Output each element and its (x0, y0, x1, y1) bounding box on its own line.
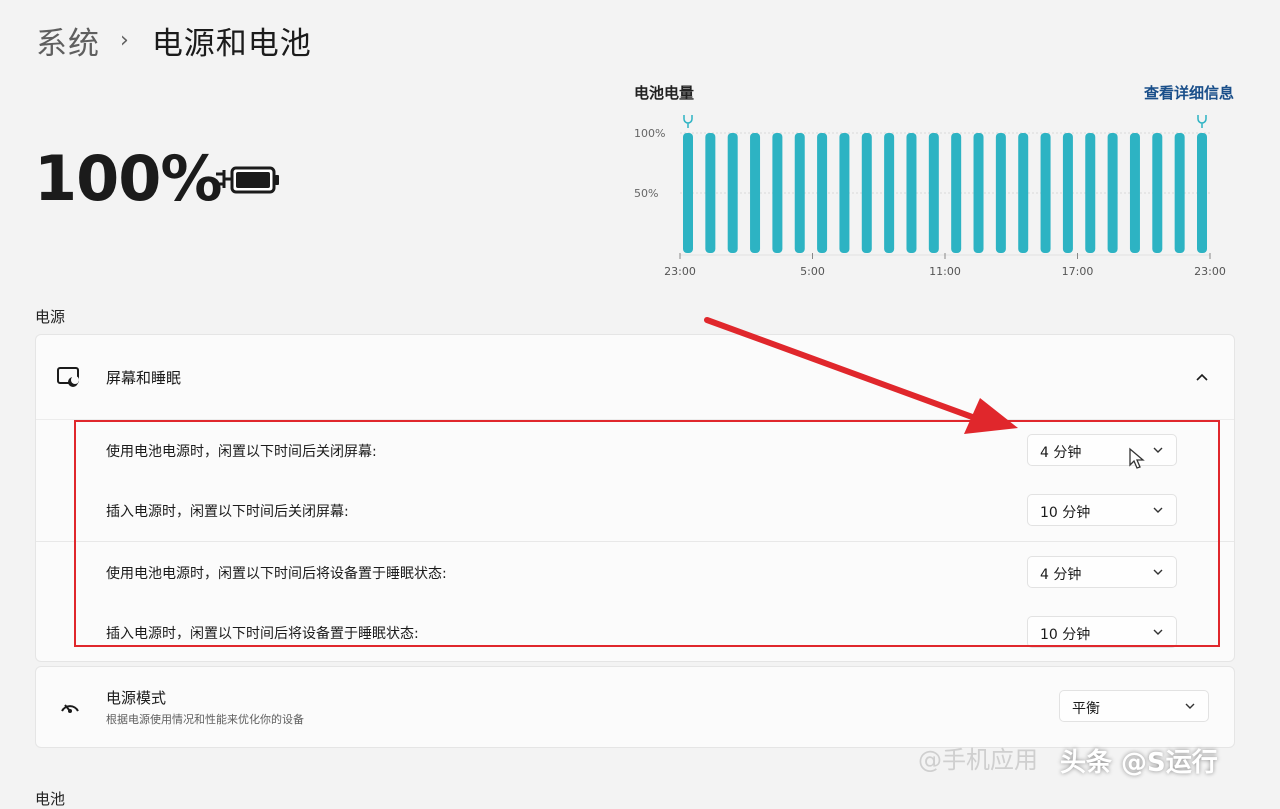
chart-bar (750, 133, 761, 253)
chart-bar (772, 133, 783, 253)
plug-marker-icon (1197, 115, 1207, 128)
page-title: 电源和电池 (151, 26, 312, 62)
chart-bar (1129, 133, 1140, 253)
x-tick-label: 11:00 (929, 265, 961, 278)
chart-bar (995, 133, 1006, 253)
watermark: 头条 @S运行 (1060, 748, 1218, 778)
chart-bar (705, 133, 716, 253)
chart-bar (1152, 133, 1163, 253)
chart-bar (951, 133, 962, 253)
watermark-faint: @手机应用 (918, 746, 1038, 774)
power-mode-card: 电源模式 根据电源使用情况和性能来优化你的设备 平衡 (35, 666, 1235, 748)
battery-percentage: 100% (34, 142, 223, 215)
breadcrumb-separator: › (120, 28, 130, 53)
breadcrumb: 系统 › 电源和电池 (36, 18, 312, 63)
chart-bar (928, 133, 939, 253)
chart-bar (817, 133, 828, 253)
dropdown-value: 平衡 (1072, 701, 1100, 717)
y-tick-label: 100% (634, 127, 665, 140)
chart-bar (906, 133, 917, 253)
highlight-annotation-box (74, 420, 1220, 647)
chart-bar (794, 133, 805, 253)
chart-bar (1174, 133, 1185, 253)
power-mode-description: 根据电源使用情况和性能来优化你的设备 (106, 713, 304, 726)
chart-bar (1107, 133, 1118, 253)
chart-bar (1197, 133, 1207, 253)
power-mode-gauge-icon (61, 704, 79, 713)
chart-bar (1018, 133, 1029, 253)
chart-bar (973, 133, 984, 253)
x-tick-label: 23:00 (1194, 265, 1226, 278)
mouse-cursor-icon (1129, 447, 1145, 469)
y-tick-label: 50% (634, 187, 658, 200)
chart-bar (884, 133, 895, 253)
breadcrumb-system[interactable]: 系统 (36, 18, 100, 63)
plug-marker-icon (683, 115, 693, 128)
x-tick-label: 23:00 (664, 265, 696, 278)
chart-bar (1040, 133, 1051, 253)
x-tick-label: 5:00 (800, 265, 825, 278)
screen-sleep-title: 屏幕和睡眠 (106, 369, 182, 387)
battery-chart-plot: 100% 50% 23:00 5:00 11:00 17:00 23:00 (634, 115, 1226, 278)
chart-bar (861, 133, 872, 253)
chart-bar (683, 133, 693, 253)
battery-section-label: 电池 (35, 790, 66, 808)
chevron-down-icon (1185, 703, 1195, 709)
battery-charging-icon (216, 166, 279, 194)
chart-bar (839, 133, 850, 253)
chart-bar (727, 133, 738, 253)
chart-bar (1062, 133, 1073, 253)
screen-sleep-header[interactable]: 屏幕和睡眠 (36, 335, 1234, 420)
battery-level-chart: 电池电量 查看详细信息 100% 50% 23:00 5:00 11:00 17:00 23… (630, 82, 1240, 282)
screen-sleep-icon (57, 367, 79, 387)
power-section-label: 电源 (35, 308, 66, 326)
power-mode-title: 电源模式 (106, 689, 167, 707)
power-mode-dropdown[interactable]: 平衡 (1059, 690, 1209, 722)
chevron-up-icon[interactable] (1192, 367, 1212, 387)
chart-bar (1085, 133, 1096, 253)
x-tick-label: 17:00 (1062, 265, 1094, 278)
